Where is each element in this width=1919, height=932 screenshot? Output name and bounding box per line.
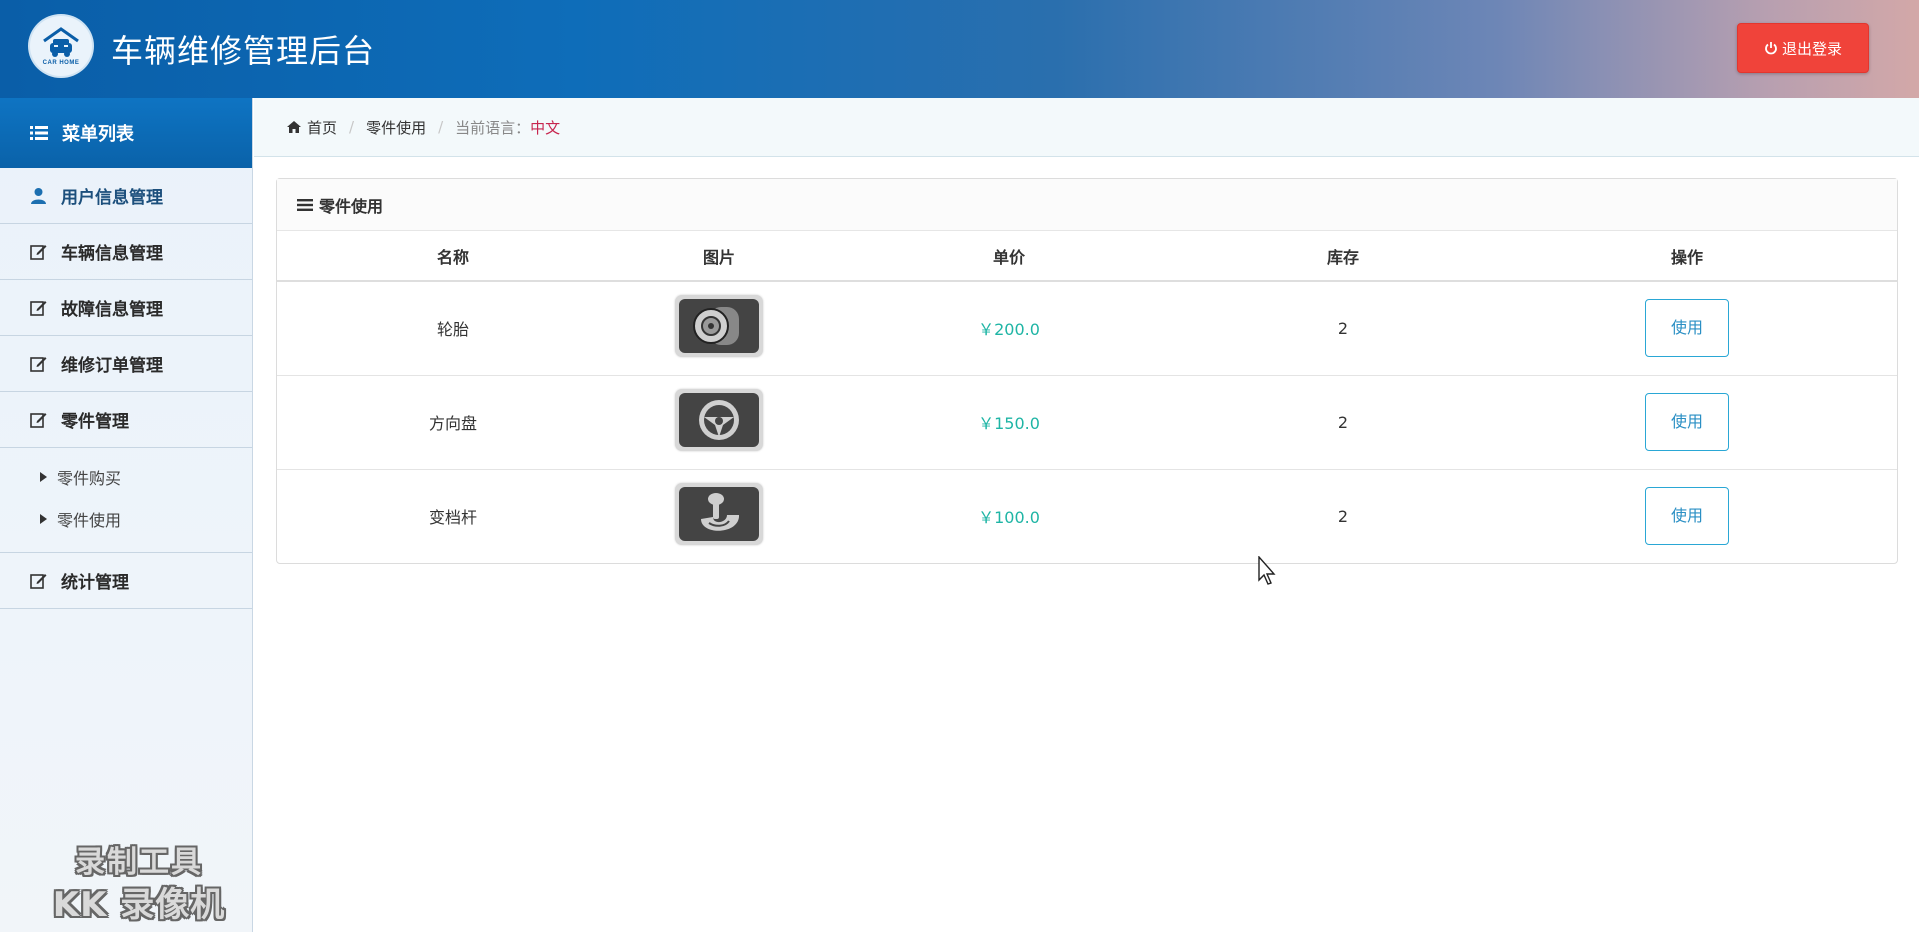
column-header-action: 操作 bbox=[1477, 231, 1897, 282]
breadcrumb-lang: 中文 bbox=[530, 118, 561, 137]
home-icon bbox=[287, 121, 301, 133]
table-row: 变档杆 ￥100.0 2 使用 bbox=[277, 469, 1897, 563]
part-thumbnail bbox=[675, 483, 763, 546]
cell-action: 使用 bbox=[1477, 375, 1897, 470]
column-header-stock: 库存 bbox=[1209, 231, 1477, 282]
cell-image bbox=[629, 375, 809, 470]
gear-shift-icon bbox=[679, 487, 759, 542]
recorder-watermark: 录制工具 KK 录像机 bbox=[44, 842, 234, 926]
sidebar-item-vehicle-info[interactable]: 车辆信息管理 bbox=[0, 224, 252, 280]
sidebar-item-label: 维修订单管理 bbox=[61, 356, 163, 376]
bars-icon bbox=[297, 198, 313, 211]
breadcrumb-home[interactable]: 首页 bbox=[307, 117, 337, 138]
mouse-cursor-icon bbox=[1258, 556, 1276, 585]
breadcrumb: 首页 / 零件使用 / 当前语言： 中文 bbox=[254, 98, 1919, 157]
caret-right-icon bbox=[40, 514, 47, 524]
cell-price: ￥200.0 bbox=[809, 281, 1209, 376]
subitem-label: 零件使用 bbox=[57, 511, 122, 530]
edit-icon bbox=[30, 301, 47, 316]
use-button[interactable]: 使用 bbox=[1645, 487, 1729, 546]
watermark-line-2: KK 录像机 bbox=[52, 885, 226, 925]
parts-usage-panel: 零件使用 名称 图片 单价 库存 操作 轮胎 ￥200.0 2 使用 方向盘 ￥… bbox=[276, 178, 1898, 564]
breadcrumb-separator: / bbox=[438, 118, 444, 136]
column-header-image: 图片 bbox=[629, 231, 809, 282]
table-header-row: 名称 图片 单价 库存 操作 bbox=[277, 231, 1897, 282]
steering-wheel-icon bbox=[679, 393, 759, 447]
sidebar-item-statistics[interactable]: 统计管理 bbox=[0, 553, 252, 609]
sidebar-item-parts[interactable]: 零件管理 bbox=[0, 392, 252, 448]
sidebar-subitem-parts-usage[interactable]: 零件使用 bbox=[0, 498, 252, 540]
cell-image bbox=[629, 281, 809, 376]
use-button[interactable]: 使用 bbox=[1645, 393, 1729, 451]
power-icon bbox=[1765, 42, 1777, 55]
part-thumbnail bbox=[675, 389, 763, 451]
sidebar-menu-header: 菜单列表 bbox=[0, 98, 252, 168]
sidebar-item-repair-orders[interactable]: 维修订单管理 bbox=[0, 336, 252, 392]
top-header: CAR HOME 车辆维修管理后台 退出登录 bbox=[0, 0, 1919, 98]
watermark-line-1: 录制工具 bbox=[75, 845, 203, 880]
logo-text: CAR HOME bbox=[42, 60, 80, 66]
edit-icon bbox=[30, 245, 47, 260]
sidebar-item-label: 统计管理 bbox=[61, 573, 129, 593]
sidebar-item-label: 零件管理 bbox=[61, 412, 129, 432]
sidebar-item-label: 车辆信息管理 bbox=[61, 244, 163, 264]
sidebar: 菜单列表 用户信息管理 车辆信息管理 故障信息管理 维修订单管理 零件管理 零件… bbox=[0, 98, 253, 932]
sidebar-subitem-parts-purchase[interactable]: 零件购买 bbox=[0, 456, 252, 498]
cell-name: 变档杆 bbox=[428, 508, 477, 528]
breadcrumb-separator: / bbox=[349, 118, 355, 136]
user-icon bbox=[31, 188, 46, 204]
edit-icon bbox=[30, 413, 47, 428]
table-row: 轮胎 ￥200.0 2 使用 bbox=[277, 281, 1897, 376]
cell-action: 使用 bbox=[1477, 469, 1897, 563]
cell-name: 方向盘 bbox=[277, 375, 629, 470]
part-thumbnail bbox=[675, 295, 763, 358]
caret-right-icon bbox=[40, 472, 47, 482]
app-title: 车辆维修管理后台 bbox=[111, 32, 376, 70]
cell-name: 轮胎 bbox=[277, 281, 629, 376]
cell-stock: 2 bbox=[1337, 506, 1349, 526]
use-button[interactable]: 使用 bbox=[1645, 299, 1729, 358]
cell-price: ￥150.0 bbox=[809, 375, 1209, 470]
cell-price: ￥100.0 bbox=[978, 508, 1040, 528]
menu-title: 菜单列表 bbox=[62, 124, 134, 145]
edit-icon bbox=[30, 357, 47, 372]
list-icon bbox=[30, 126, 48, 140]
cell-stock: 2 bbox=[1209, 281, 1477, 376]
cell-action: 使用 bbox=[1477, 281, 1897, 376]
column-header-name: 名称 bbox=[277, 231, 629, 282]
parts-submenu: 零件购买 零件使用 bbox=[0, 448, 252, 553]
column-header-price: 单价 bbox=[809, 231, 1209, 282]
breadcrumb-current[interactable]: 零件使用 bbox=[366, 117, 426, 138]
cell-stock: 2 bbox=[1209, 375, 1477, 470]
sidebar-item-label: 用户信息管理 bbox=[61, 188, 163, 208]
app-logo: CAR HOME bbox=[28, 14, 94, 78]
logout-label: 退出登录 bbox=[1781, 39, 1842, 58]
sidebar-item-user-info[interactable]: 用户信息管理 bbox=[0, 168, 252, 224]
subitem-label: 零件购买 bbox=[57, 469, 122, 488]
sidebar-item-label: 故障信息管理 bbox=[61, 300, 163, 320]
tire-icon bbox=[679, 299, 759, 354]
edit-icon bbox=[30, 574, 47, 589]
parts-table: 名称 图片 单价 库存 操作 轮胎 ￥200.0 2 使用 方向盘 ￥150.0… bbox=[277, 231, 1897, 563]
table-row: 方向盘 ￥150.0 2 使用 bbox=[277, 375, 1897, 470]
panel-title: 零件使用 bbox=[319, 196, 384, 216]
cell-image bbox=[629, 469, 809, 563]
breadcrumb-lang-prefix: 当前语言： bbox=[455, 118, 531, 137]
sidebar-item-fault-info[interactable]: 故障信息管理 bbox=[0, 280, 252, 336]
car-home-logo-icon bbox=[43, 27, 79, 57]
logout-button[interactable]: 退出登录 bbox=[1737, 23, 1869, 73]
panel-heading: 零件使用 bbox=[277, 179, 1897, 231]
